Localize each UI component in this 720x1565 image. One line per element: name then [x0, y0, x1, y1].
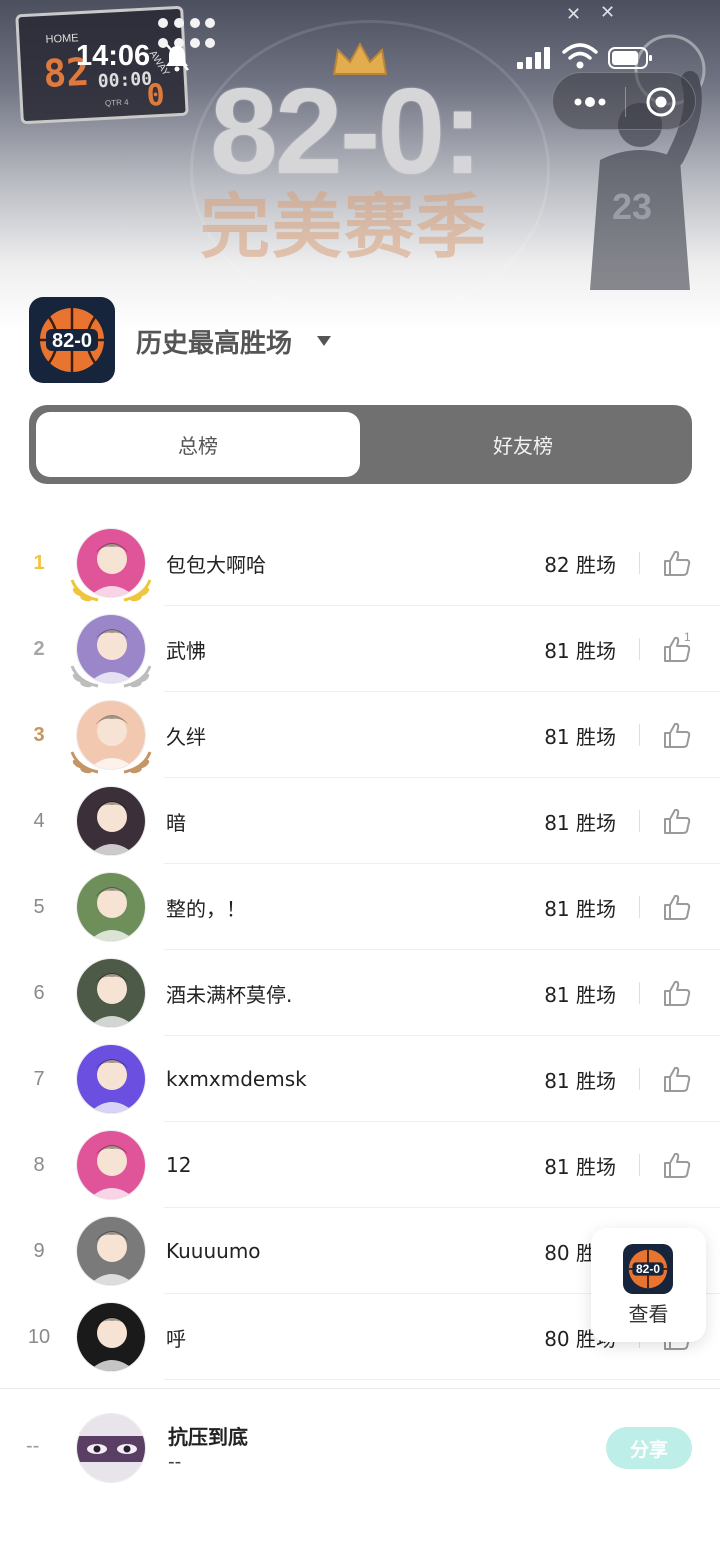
player-name: 包包大啊哈 [166, 552, 266, 577]
player-name: kxmxmdemsk [166, 1067, 307, 1091]
capsule-divider [625, 87, 626, 117]
avatar[interactable] [76, 872, 146, 942]
avatar[interactable] [76, 786, 146, 856]
my-rank: -- [26, 1435, 40, 1457]
rank-number: 1 [33, 551, 45, 574]
avatar[interactable] [76, 1216, 146, 1286]
float-logo: 82-0 [623, 1244, 673, 1294]
view-label: 查看 [628, 1302, 669, 1326]
player-name: 武怫 [166, 638, 206, 663]
thumbs-up-icon[interactable] [662, 1150, 692, 1180]
like-divider [639, 552, 640, 574]
thumbs-up-icon[interactable] [662, 548, 692, 578]
list-item[interactable]: 7 kxmxmdemsk 81 胜场 [0, 1036, 720, 1122]
avatar[interactable] [76, 1044, 146, 1114]
rank-number: 6 [33, 981, 45, 1004]
win-count: 81 胜场 [544, 896, 616, 921]
rank-number: 4 [33, 809, 45, 832]
share-button[interactable]: 分享 [606, 1427, 692, 1469]
thumbs-up-icon[interactable] [662, 1064, 692, 1094]
rank-number: 2 [33, 637, 45, 660]
rank-number: 9 [33, 1239, 45, 1262]
my-name: 抗压到底 [168, 1425, 248, 1449]
player-name: 久绊 [166, 724, 206, 749]
thumbs-up-icon[interactable] [662, 806, 692, 836]
scoreboard-home-label: HOME [45, 32, 79, 46]
jersey-number: 23 [612, 186, 653, 227]
banner-title: 82-0: [210, 63, 483, 199]
rank-number: 10 [27, 1325, 51, 1348]
win-count: 82 胜场 [544, 552, 616, 577]
more-icon[interactable] [573, 95, 607, 109]
banner-subtitle: 完美赛季 [200, 186, 488, 268]
list-item[interactable]: 5 整的，！ 81 胜场 [0, 864, 720, 950]
like-divider [639, 724, 640, 746]
list-item[interactable]: 3 久绊 81 胜场 [0, 692, 720, 778]
scoreboard-away-score: 0 [145, 77, 166, 114]
play-mark-decoration: ✕ [600, 2, 616, 23]
target-icon[interactable] [645, 86, 677, 118]
miniprogram-capsule [552, 72, 696, 130]
avatar[interactable] [76, 1302, 146, 1372]
scoreboard-quarter: QTR 4 [104, 97, 129, 108]
wifi-icon [562, 43, 598, 69]
bell-muted-icon [166, 44, 189, 72]
status-time: 14:06 [76, 40, 151, 72]
player-name: 酒未满杯莫停. [166, 982, 293, 1007]
list-item[interactable]: 2 武怫 81 胜场 1 [0, 606, 720, 692]
view-float-button[interactable]: 82-0 查看 [591, 1228, 706, 1342]
rank-number: 5 [33, 895, 45, 918]
list-item[interactable]: 6 酒未满杯莫停. 81 胜场 [0, 950, 720, 1036]
caret-down-icon[interactable] [316, 335, 332, 347]
basketball-logo-icon: 82-0 [628, 1249, 668, 1289]
my-rank-row: -- 抗压到底 -- 分享 [0, 1388, 720, 1498]
player-name: 整的，！ [166, 896, 246, 921]
laurel-icon [70, 751, 152, 774]
basketball-logo-icon: 82-0 [40, 308, 104, 372]
thumbs-up-icon[interactable] [662, 720, 692, 750]
tab-overall[interactable]: 总榜 [36, 412, 360, 477]
avatar[interactable] [76, 1130, 146, 1200]
like-divider [639, 896, 640, 918]
laurel-icon [70, 665, 152, 688]
float-logo-text: 82-0 [636, 1262, 660, 1276]
list-item[interactable]: 4 暗 81 胜场 [0, 778, 720, 864]
like-divider [639, 638, 640, 660]
app-logo: 82-0 [29, 297, 115, 383]
win-count: 81 胜场 [544, 982, 616, 1007]
row-divider [164, 1379, 720, 1380]
thumbs-up-icon[interactable] [662, 892, 692, 922]
player-name: Kuuuumo [166, 1239, 261, 1263]
thumbs-up-icon[interactable] [662, 978, 692, 1008]
rank-number: 7 [33, 1067, 45, 1090]
rank-number: 8 [33, 1153, 45, 1176]
tab-friends[interactable]: 好友榜 [361, 412, 685, 477]
play-mark-decoration: ✕ [566, 4, 582, 25]
like-divider [639, 1154, 640, 1176]
like-divider [639, 1068, 640, 1090]
win-count: 81 胜场 [544, 810, 616, 835]
win-count: 81 胜场 [544, 1154, 616, 1179]
my-avatar [76, 1413, 146, 1483]
avatar[interactable] [76, 958, 146, 1028]
win-count: 81 胜场 [544, 638, 616, 663]
battery-icon [608, 47, 652, 69]
rank-number: 3 [33, 723, 45, 746]
leaderboard-title[interactable]: 历史最高胜场 [136, 323, 292, 360]
player-name: 暗 [166, 810, 186, 835]
list-item[interactable]: 1 包包大啊哈 82 胜场 [0, 520, 720, 606]
like-divider [639, 810, 640, 832]
win-count: 81 胜场 [544, 1068, 616, 1093]
player-name: 12 [166, 1153, 192, 1177]
tab-bar: 总榜 好友榜 [29, 405, 692, 484]
like-count: 1 [684, 630, 691, 644]
app-logo-text: 82-0 [52, 330, 92, 352]
signal-icon [517, 47, 550, 69]
my-score: -- [168, 1451, 182, 1473]
player-name: 呼 [166, 1326, 186, 1351]
list-item[interactable]: 8 12 81 胜场 [0, 1122, 720, 1208]
win-count: 81 胜场 [544, 724, 616, 749]
laurel-icon [70, 579, 152, 602]
like-divider [639, 982, 640, 1004]
